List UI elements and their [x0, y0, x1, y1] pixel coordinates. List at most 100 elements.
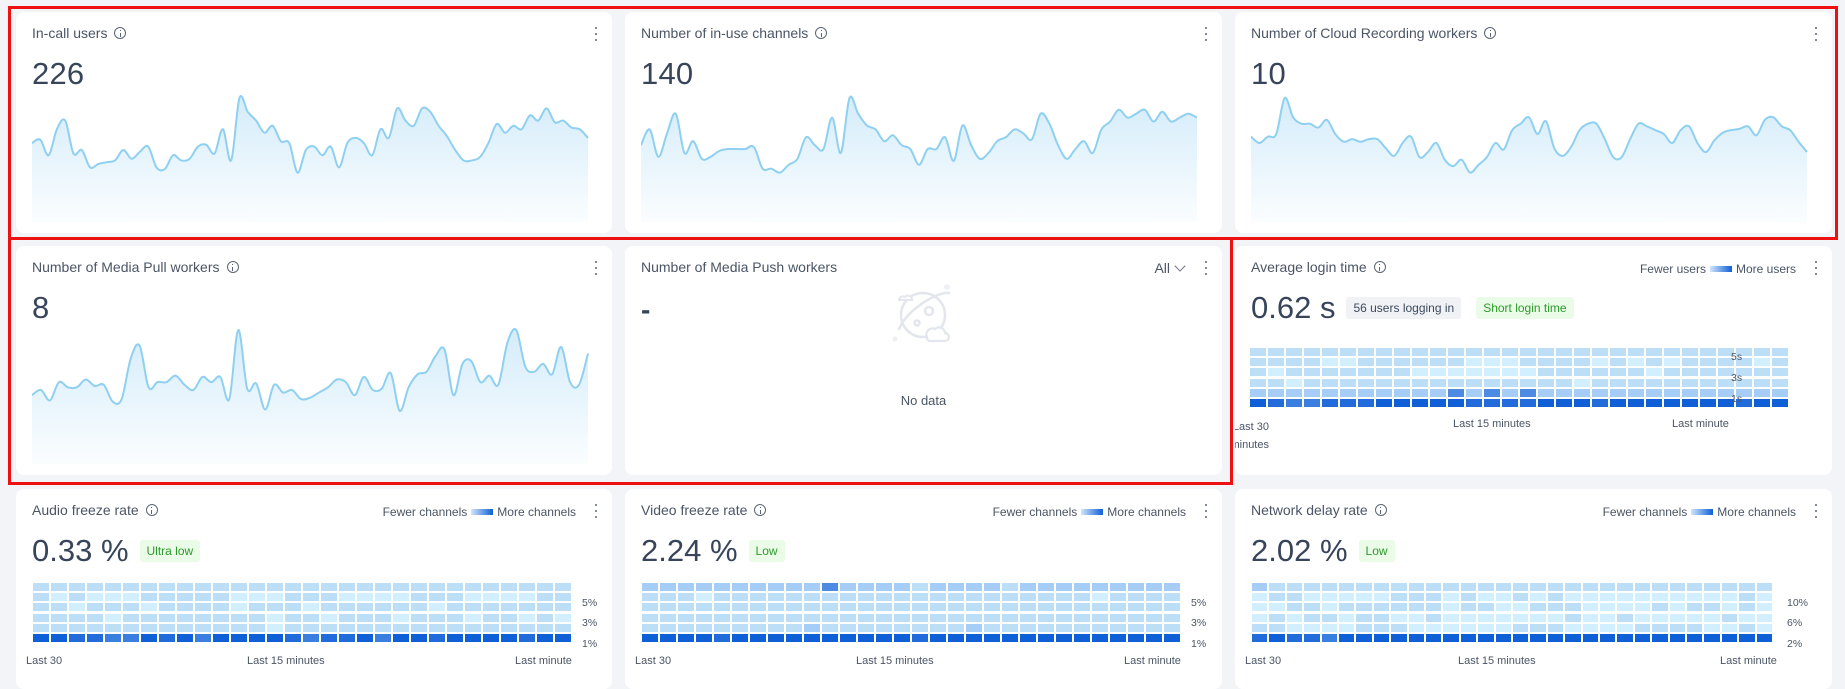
heatmap-cell[interactable]: [1669, 593, 1685, 602]
heatmap-cell[interactable]: [696, 634, 712, 642]
heatmap-cell[interactable]: [1592, 358, 1608, 367]
heatmap-cell[interactable]: [1460, 634, 1477, 642]
heatmap-cell[interactable]: [123, 603, 139, 612]
heatmap-cell[interactable]: [894, 623, 910, 632]
heatmap-cell[interactable]: [1304, 623, 1320, 632]
heatmap-cell[interactable]: [1412, 388, 1428, 397]
heatmap-cell[interactable]: [1340, 399, 1356, 407]
heatmap-cell[interactable]: [1574, 368, 1590, 377]
heatmap-cell[interactable]: [1466, 399, 1482, 407]
heatmap-cell[interactable]: [1600, 623, 1616, 632]
heatmap-cell[interactable]: [678, 593, 694, 602]
heatmap-cell[interactable]: [1513, 593, 1529, 602]
heatmap-cell[interactable]: [1038, 613, 1054, 622]
heatmap-cell[interactable]: [447, 593, 463, 602]
heatmap-cell[interactable]: [1412, 358, 1428, 367]
heatmap-cell[interactable]: [1754, 368, 1770, 377]
heatmap-cell[interactable]: [1592, 368, 1608, 377]
heatmap-cell[interactable]: [768, 634, 784, 642]
heatmap-cell[interactable]: [1092, 593, 1108, 602]
heatmap-cell[interactable]: [840, 634, 856, 642]
heatmap-cell[interactable]: [87, 623, 103, 632]
heatmap-cell[interactable]: [1356, 634, 1372, 642]
heatmap-cell[interactable]: [1687, 603, 1703, 612]
heatmap-cell[interactable]: [519, 634, 535, 642]
heatmap-cell[interactable]: [1056, 603, 1072, 612]
heatmap-cell[interactable]: [786, 603, 802, 612]
heatmap-cell[interactable]: [1304, 358, 1320, 367]
heatmap-cell[interactable]: [1700, 399, 1716, 407]
heatmap-cell[interactable]: [1574, 399, 1590, 407]
heatmap-cell[interactable]: [1408, 603, 1424, 612]
heatmap-cell[interactable]: [1582, 613, 1598, 622]
heatmap-cell[interactable]: [1408, 634, 1424, 642]
heatmap-cell[interactable]: [1478, 583, 1494, 591]
heatmap-cell[interactable]: [1269, 623, 1285, 632]
heatmap-cell[interactable]: [1373, 634, 1390, 642]
heatmap-cell[interactable]: [984, 603, 1000, 612]
heatmap-cell[interactable]: [1430, 358, 1446, 367]
heatmap-cell[interactable]: [393, 603, 409, 612]
heatmap-cell[interactable]: [1513, 623, 1529, 632]
heatmap-cell[interactable]: [1466, 378, 1482, 387]
heatmap-cell[interactable]: [696, 593, 712, 602]
heatmap-cell[interactable]: [1391, 593, 1407, 602]
heatmap-cell[interactable]: [1478, 603, 1494, 612]
heatmap-cell[interactable]: [1394, 399, 1410, 407]
heatmap-cell[interactable]: [1164, 613, 1180, 622]
heatmap-cell[interactable]: [1430, 348, 1446, 356]
heatmap-cell[interactable]: [1448, 399, 1464, 407]
heatmap-cell[interactable]: [714, 623, 730, 632]
heatmap-cell[interactable]: [537, 583, 553, 591]
heatmap-cell[interactable]: [465, 623, 481, 632]
heatmap-cell[interactable]: [642, 603, 658, 612]
filter-dropdown[interactable]: All: [1154, 260, 1186, 276]
heatmap-cell[interactable]: [1358, 388, 1374, 397]
heatmap-cell[interactable]: [1373, 623, 1390, 632]
heatmap-cell[interactable]: [642, 634, 658, 642]
heatmap-cell[interactable]: [894, 603, 910, 612]
heatmap-cell[interactable]: [1634, 613, 1651, 622]
heatmap-cell[interactable]: [1739, 603, 1755, 612]
heatmap-cell[interactable]: [1682, 378, 1698, 387]
heatmap-cell[interactable]: [768, 623, 784, 632]
heatmap-cell[interactable]: [159, 634, 175, 642]
heatmap-cell[interactable]: [1268, 399, 1284, 407]
heatmap-cell[interactable]: [357, 634, 373, 642]
heatmap-cell[interactable]: [1538, 388, 1554, 397]
heatmap-cell[interactable]: [1565, 623, 1581, 632]
heatmap-cell[interactable]: [1574, 378, 1590, 387]
heatmap-cell[interactable]: [1110, 593, 1126, 602]
heatmap-cell[interactable]: [1634, 583, 1651, 591]
heatmap-cell[interactable]: [732, 603, 748, 612]
heatmap-cell[interactable]: [87, 583, 103, 591]
heatmap-cell[interactable]: [519, 623, 535, 632]
heatmap-cell[interactable]: [1739, 623, 1755, 632]
heatmap-cell[interactable]: [1547, 593, 1564, 602]
heatmap-cell[interactable]: [1092, 603, 1108, 612]
heatmap-cell[interactable]: [249, 593, 265, 602]
heatmap-cell[interactable]: [1574, 358, 1590, 367]
heatmap-cell[interactable]: [1652, 603, 1668, 612]
heatmap-cell[interactable]: [1358, 399, 1374, 407]
heatmap-cell[interactable]: [750, 623, 766, 632]
heatmap-cell[interactable]: [1652, 583, 1668, 591]
heatmap-cell[interactable]: [1466, 368, 1482, 377]
heatmap-cell[interactable]: [1756, 613, 1772, 622]
heatmap-cell[interactable]: [429, 583, 445, 591]
heatmap-cell[interactable]: [876, 583, 892, 591]
heatmap-cell[interactable]: [1556, 358, 1572, 367]
heatmap-cell[interactable]: [948, 593, 964, 602]
heatmap-cell[interactable]: [1110, 613, 1126, 622]
heatmap-cell[interactable]: [1448, 358, 1464, 367]
heatmap-cell[interactable]: [321, 603, 337, 612]
heatmap-cell[interactable]: [1682, 388, 1698, 397]
heatmap-cell[interactable]: [1448, 368, 1464, 377]
heatmap-cell[interactable]: [1700, 388, 1716, 397]
heatmap-cell[interactable]: [1530, 623, 1546, 632]
heatmap-cell[interactable]: [1356, 623, 1372, 632]
heatmap-cell[interactable]: [1484, 368, 1500, 377]
heatmap-cell[interactable]: [1478, 623, 1494, 632]
heatmap-cell[interactable]: [1547, 623, 1564, 632]
heatmap-cell[interactable]: [1002, 623, 1018, 632]
